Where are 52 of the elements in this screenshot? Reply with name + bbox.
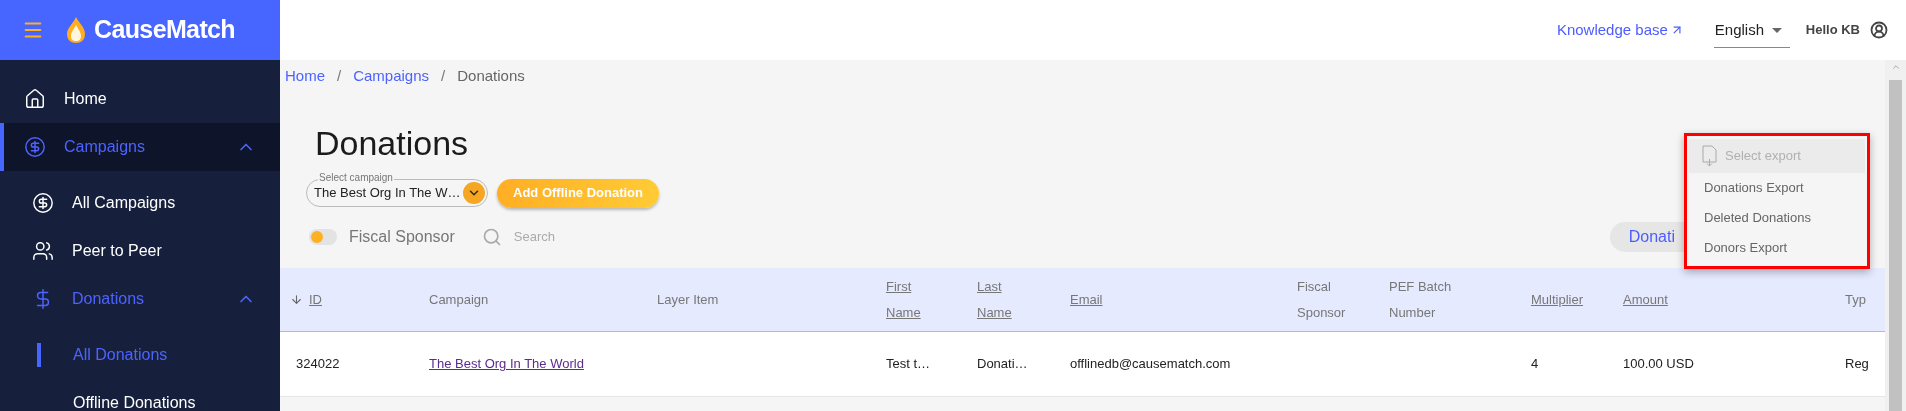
house-icon bbox=[24, 88, 46, 110]
dollar-circle-icon bbox=[32, 192, 54, 214]
sidebar-item[interactable]: Donations bbox=[0, 275, 280, 323]
table-cell-text: Reg bbox=[1845, 355, 1869, 374]
language-select[interactable]: English bbox=[1713, 12, 1790, 48]
caret-icon bbox=[1772, 28, 1783, 33]
column-header[interactable]: ID bbox=[309, 286, 322, 313]
table-cell-text: Test t… bbox=[886, 355, 931, 374]
flame-logo-icon bbox=[66, 16, 86, 44]
column-header: Typ bbox=[1845, 290, 1866, 309]
column-header: Campaign bbox=[429, 290, 489, 309]
page-title: Donations bbox=[315, 123, 469, 163]
breadcrumb-link[interactable]: Campaigns bbox=[353, 64, 430, 88]
breadcrumb-separator: / bbox=[337, 65, 342, 86]
column-header[interactable]: Last Name bbox=[977, 273, 1017, 326]
sidebar-item[interactable]: Peer to Peer bbox=[0, 227, 280, 275]
column-header[interactable]: First Name bbox=[886, 273, 926, 326]
campaign-link[interactable]: The Best Org In The World bbox=[429, 354, 584, 374]
column-header[interactable]: Multiplier bbox=[1531, 286, 1583, 313]
table-cell-text: 324022 bbox=[296, 355, 340, 374]
dollar-circle-icon bbox=[24, 136, 46, 158]
fiscal-sponsor-toggle[interactable] bbox=[309, 229, 337, 245]
select-label: Select campaign bbox=[318, 171, 394, 185]
table-cell-text: 100.00 USD bbox=[1623, 355, 1694, 374]
app-name: CauseMatch bbox=[94, 14, 235, 46]
search-icon bbox=[481, 227, 502, 247]
column-header[interactable]: Email bbox=[1070, 286, 1103, 313]
fiscal-sponsor-label: Fiscal Sponsor bbox=[349, 227, 455, 247]
sidebar-item[interactable]: All Donations bbox=[0, 331, 280, 379]
sidebar-item[interactable]: Offline Donations bbox=[0, 379, 280, 411]
people-icon bbox=[32, 240, 54, 262]
greeting: Hello KB bbox=[1805, 21, 1860, 40]
search-field[interactable]: Search bbox=[513, 227, 714, 247]
csv-file-icon bbox=[1702, 145, 1717, 167]
sidebar-item[interactable]: Home bbox=[0, 75, 280, 123]
knowledge-base-link[interactable]: Knowledge base bbox=[1556, 18, 1684, 42]
table-cell-text: offlinedb@causematch.com bbox=[1070, 355, 1231, 374]
sidebar-item[interactable]: All Campaigns bbox=[0, 179, 280, 227]
table-cell-text: 4 bbox=[1531, 355, 1539, 374]
scroll-up-icon[interactable] bbox=[1890, 62, 1901, 72]
column-header: Fiscal Sponsor bbox=[1297, 277, 1347, 322]
user-avatar-icon[interactable] bbox=[1870, 21, 1888, 39]
column-header[interactable]: Amount bbox=[1623, 286, 1668, 313]
column-header: Layer Item bbox=[657, 290, 719, 309]
breadcrumb-current: Donations bbox=[457, 65, 525, 86]
scrollbar[interactable] bbox=[1885, 60, 1906, 411]
table-cell-text: Donati… bbox=[977, 355, 1028, 374]
export-menu-item[interactable]: Donations Export bbox=[1689, 173, 1865, 203]
sidebar-item[interactable]: Campaigns bbox=[0, 123, 280, 171]
breadcrumb-link[interactable]: Home bbox=[285, 64, 325, 88]
column-header: PEF Batch Number bbox=[1389, 277, 1453, 322]
breadcrumb-separator: / bbox=[441, 65, 446, 86]
